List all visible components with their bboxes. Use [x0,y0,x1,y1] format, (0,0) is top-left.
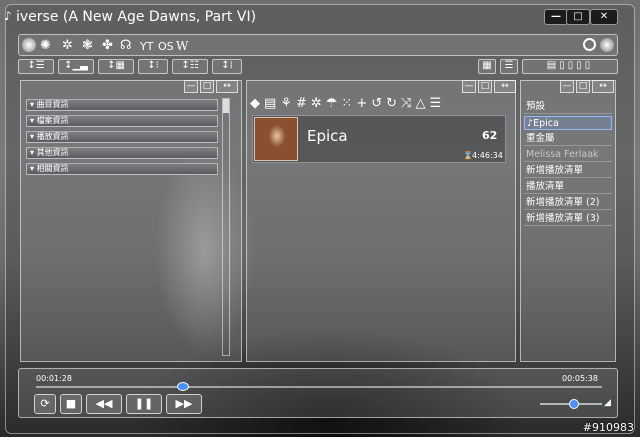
settings-orb-icon[interactable] [600,38,614,52]
redo-icon[interactable]: ↻ [386,96,401,111]
document-buttons[interactable]: ▤▯▯▯▯ [522,59,618,74]
repeat-button[interactable]: ⟳ [34,394,56,414]
watermark: #910983 [582,421,634,434]
elapsed-time: 00:01:28 [36,374,72,383]
layout-list-button[interactable]: ☰ [500,59,518,74]
artist-name: Epica [307,127,348,145]
close-button[interactable]: ✕ [590,9,618,25]
layout-grid-button[interactable]: ▦ [478,59,496,74]
next-button[interactable]: ▶▶ [166,394,202,414]
track-count: 62 [482,129,498,142]
undo-icon[interactable]: ↺ [371,96,386,111]
info-scrollbar[interactable] [222,98,230,356]
stop-button[interactable]: ■ [60,394,82,414]
view-list-button[interactable]: ↕☰ [18,59,54,74]
os-button[interactable]: OS [158,40,174,53]
minimize-button[interactable]: — [544,9,568,25]
grid-dots-icon[interactable]: ⁙ [341,96,356,111]
diamond-icon[interactable]: ◆ [250,96,264,111]
playlist-item[interactable]: 播放清單 [524,180,612,194]
shuffle-icon[interactable]: ⤨ [401,96,415,111]
triangle-icon[interactable]: △ [415,96,429,111]
seek-track[interactable] [36,386,602,388]
view-grid-button[interactable]: ↕▦ [98,59,134,74]
app-logo-icon: ♪ [4,9,12,23]
info-related-row[interactable]: ▾ 相關資訊 [26,163,218,175]
volume-icon[interactable]: ◢ [604,398,611,408]
playlist-restore-button[interactable]: □ [576,80,590,93]
info-panel-expand-button[interactable]: ↔ [216,80,238,93]
flower-icon[interactable]: ❃ [82,38,93,53]
playlist-item[interactable]: 新增播放清單 [524,164,612,178]
info-panel-restore-button[interactable]: □ [200,80,214,93]
w-button[interactable]: W [176,39,188,53]
playlist-item[interactable]: ♪Epica [524,116,612,130]
playlist-item[interactable]: 新增播放清單 (3) [524,212,612,226]
remaining-time: 00:05:38 [562,374,598,383]
gear-small-icon[interactable]: ✲ [311,96,326,111]
info-track-row[interactable]: ▾ 曲目資訊 [26,99,218,111]
info-panel-minimize-button[interactable]: — [184,80,198,93]
library-restore-button[interactable]: □ [478,80,492,93]
plus-icon[interactable]: + [356,96,371,111]
bird-icon[interactable]: ⚘ [280,96,296,111]
view-columns-button[interactable]: ↕⁝ [138,59,168,74]
search-icon[interactable] [583,38,596,51]
hash-icon[interactable]: # [296,96,311,111]
playlist-item[interactable]: Melissa Ferlaak [524,148,612,162]
maximize-button[interactable]: □ [566,9,590,25]
library-expand-button[interactable]: ↔ [494,80,516,93]
playlist-expand-button[interactable]: ↔ [592,80,614,93]
info-file-row[interactable]: ▾ 檔案資訊 [26,115,218,127]
view-stack-button[interactable]: ↕☷ [172,59,208,74]
total-duration: 4:46:34 [472,151,503,160]
view-dots-button[interactable]: ↕⁞ [212,59,242,74]
info-playback-row[interactable]: ▾ 播放資訊 [26,131,218,143]
album-cover [254,117,298,161]
pause-button[interactable]: ❚❚ [126,394,162,414]
library-minimize-button[interactable]: — [462,80,476,93]
yt-button[interactable]: YT [140,40,153,53]
list-icon[interactable]: ☰ [429,96,445,111]
view-eq-button[interactable]: ↕▁▃ [58,59,94,74]
info-other-row[interactable]: ▾ 其他資訊 [26,147,218,159]
previous-button[interactable]: ◀◀ [86,394,122,414]
playlist-item[interactable]: 新增播放清單 (2) [524,196,612,210]
chain-icon[interactable]: ☊ [120,38,132,53]
library-toolbar: ◆▤⚘#✲☂⁙+↺↻⤨△☰ [250,96,512,112]
fan-icon[interactable]: ✤ [102,38,113,53]
page-icon[interactable]: ▤ [264,96,280,111]
gear-icon[interactable]: ✺ [40,38,51,53]
playlist-minimize-button[interactable]: — [560,80,574,93]
cog-icon[interactable]: ✲ [62,38,73,53]
info-scroll-thumb[interactable] [223,99,229,113]
playlist-item[interactable]: 重金屬 [524,132,612,146]
playlist-item[interactable]: 預設 [524,100,612,114]
umbrella-icon[interactable]: ☂ [326,96,342,111]
window-title: iverse (A New Age Dawns, Part VI) [16,9,257,25]
menu-orb-icon[interactable] [22,38,36,52]
